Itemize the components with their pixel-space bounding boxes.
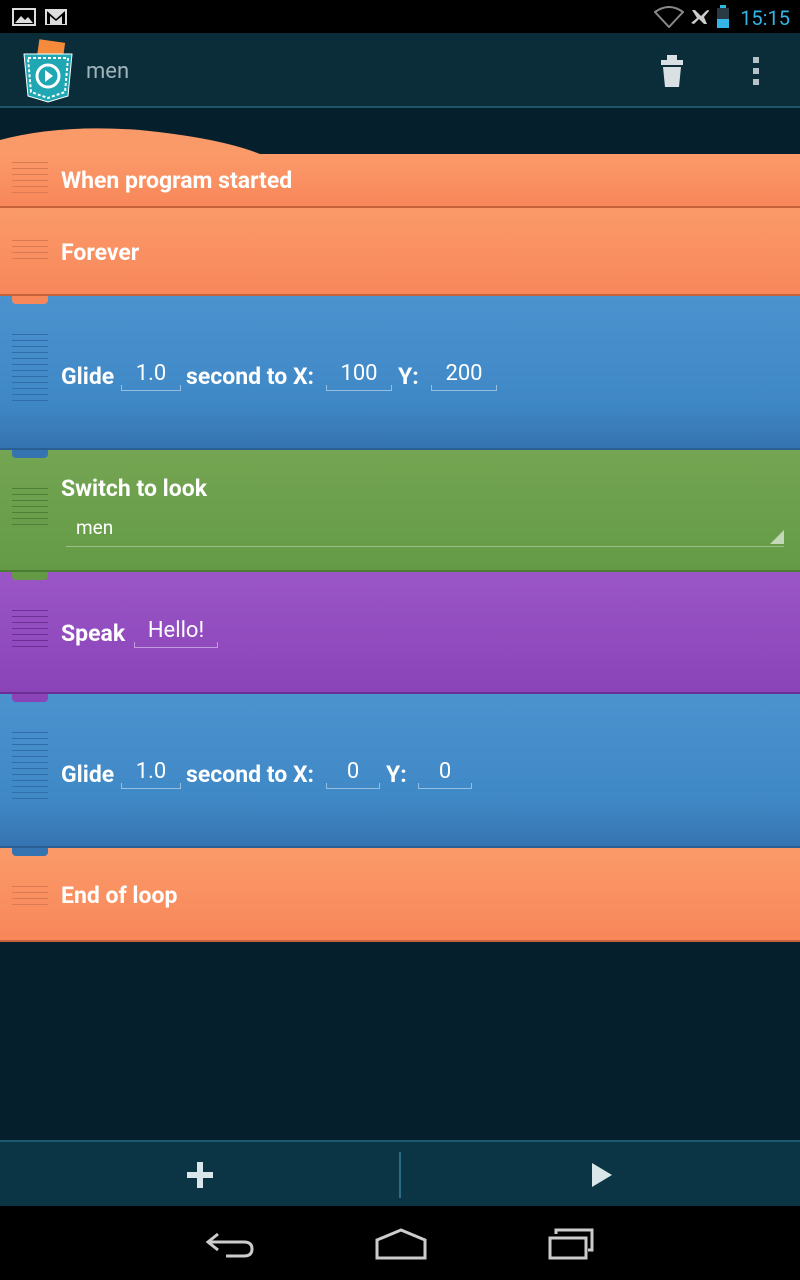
- recent-apps-icon[interactable]: [546, 1228, 596, 1260]
- y-position-field[interactable]: 0: [418, 758, 472, 789]
- app-logo-icon[interactable]: [20, 38, 76, 104]
- bottom-bar: [0, 1140, 800, 1208]
- airplane-icon: [691, 10, 709, 24]
- status-time: 15:15: [740, 6, 790, 30]
- brick-label: second to X:: [186, 761, 315, 788]
- brick-label: Y:: [398, 363, 419, 390]
- drag-handle[interactable]: [12, 334, 48, 406]
- nav-bar: [0, 1206, 800, 1280]
- x-position-field[interactable]: 0: [326, 758, 380, 789]
- brick-connector: [12, 572, 48, 580]
- brick-label: Switch to look: [61, 475, 208, 502]
- status-bar: 15:15: [0, 0, 800, 33]
- brick-label: Glide: [61, 363, 115, 390]
- trash-icon[interactable]: [658, 51, 686, 91]
- brick-label: Forever: [61, 239, 140, 266]
- battery-icon: [717, 5, 729, 28]
- brick-label: Glide: [61, 761, 115, 788]
- play-button[interactable]: [401, 1142, 800, 1208]
- x-position-field[interactable]: 100: [326, 360, 392, 391]
- brick-connector: [12, 296, 48, 304]
- script-area: When program started Forever Glide 1.0 s…: [0, 108, 800, 1140]
- gmail-icon: [45, 9, 67, 25]
- play-icon: [592, 1163, 612, 1187]
- drag-handle[interactable]: [12, 240, 48, 264]
- when-program-started-brick[interactable]: When program started: [0, 154, 800, 208]
- brick-label: When program started: [61, 167, 293, 194]
- wifi-icon: [654, 6, 684, 28]
- drag-handle[interactable]: [12, 610, 48, 652]
- drag-handle[interactable]: [12, 162, 48, 198]
- brick-label: second to X:: [186, 363, 315, 390]
- overflow-menu-icon[interactable]: [746, 53, 766, 89]
- brick-connector: [12, 694, 48, 702]
- brick-label: End of loop: [61, 882, 178, 909]
- page-title: men: [86, 59, 130, 84]
- glide-duration-field[interactable]: 1.0: [121, 360, 181, 391]
- glide-brick[interactable]: Glide 1.0 second to X: 0 Y: 0: [0, 694, 800, 848]
- brick-label: Y:: [386, 761, 407, 788]
- back-icon[interactable]: [204, 1228, 256, 1260]
- action-bar: men: [0, 33, 800, 108]
- speak-text-field[interactable]: Hello!: [134, 617, 218, 648]
- speak-brick[interactable]: Speak Hello!: [0, 572, 800, 694]
- brick-label: Speak: [61, 620, 126, 647]
- drag-handle[interactable]: [12, 732, 48, 804]
- drag-handle[interactable]: [12, 886, 48, 910]
- switch-to-look-brick[interactable]: Switch to look men: [0, 450, 800, 572]
- glide-brick[interactable]: Glide 1.0 second to X: 100 Y: 200: [0, 296, 800, 450]
- add-icon: [187, 1162, 213, 1188]
- end-of-loop-brick[interactable]: End of loop: [0, 848, 800, 942]
- forever-brick[interactable]: Forever: [0, 208, 800, 296]
- y-position-field[interactable]: 200: [431, 360, 497, 391]
- look-dropdown-value: men: [76, 516, 114, 539]
- brick-connector: [12, 450, 48, 458]
- glide-duration-field[interactable]: 1.0: [121, 758, 181, 789]
- gallery-icon: [12, 8, 36, 26]
- brick-connector: [12, 208, 48, 216]
- dropdown-arrow-icon: [770, 530, 784, 544]
- add-brick-button[interactable]: [0, 1142, 399, 1208]
- drag-handle[interactable]: [12, 488, 48, 530]
- home-icon[interactable]: [374, 1228, 428, 1260]
- brick-connector: [12, 848, 48, 856]
- look-dropdown[interactable]: men: [66, 514, 784, 547]
